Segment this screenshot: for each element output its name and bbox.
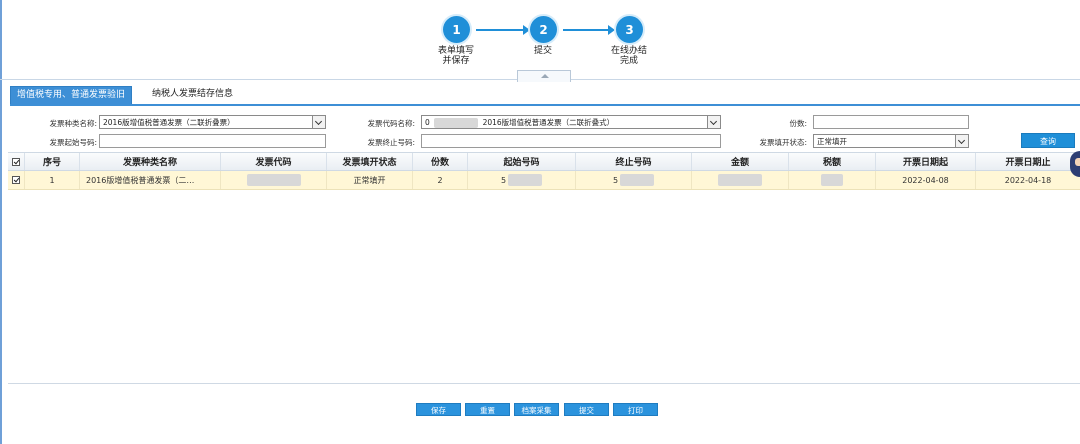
invoice-code-name-label: 发票代码名称: — [367, 119, 415, 128]
tab-invoice-balance[interactable]: 纳税人发票结存信息 — [146, 86, 239, 103]
chevron-down-icon — [312, 116, 325, 128]
redacted-value — [718, 174, 762, 186]
invoice-code-name-select[interactable]: 0 2016版增值税普通发票（二联折叠式） — [421, 115, 721, 129]
step-label-line: 提交 — [533, 46, 552, 56]
row-date-to: 2022-04-18 — [1004, 175, 1052, 185]
redacted-value — [508, 174, 543, 186]
archive-collect-button[interactable]: 档案采集 — [514, 403, 559, 416]
end-number-label: 发票终止号码: — [367, 138, 415, 147]
step-3-circle: 3 — [616, 16, 643, 43]
invoice-type-select[interactable]: 2016版增值税普通发票（二联折叠票） — [99, 115, 326, 129]
header-invoice-code: 发票代码 — [221, 153, 327, 170]
header-tax: 税额 — [789, 153, 876, 170]
header-amount: 金额 — [692, 153, 789, 170]
row-date-from: 2022-04-08 — [876, 171, 976, 189]
progress-steps: 1 表单填写 并保存 2 提交 3 在线办结 完成 — [0, 0, 1080, 80]
status-label: 发票填开状态: — [759, 138, 807, 147]
header-status: 发票填开状态 — [327, 153, 413, 170]
end-number-input[interactable] — [421, 134, 721, 148]
assistant-avatar-icon[interactable] — [1070, 151, 1080, 177]
checkbox-icon[interactable] — [12, 176, 20, 184]
step-label-line: 完成 — [619, 56, 638, 66]
redacted-value — [246, 174, 301, 186]
start-number-prefix: 5 — [500, 175, 507, 185]
row-select[interactable] — [8, 171, 25, 189]
step-number: 1 — [452, 22, 461, 37]
tab-invoice-verification[interactable]: 增值税专用、普通发票验旧 — [10, 86, 133, 104]
tab-bar: 增值税专用、普通发票验旧 纳税人发票结存信息 — [10, 86, 1080, 106]
status-value: 正常填开 — [817, 137, 847, 146]
grid-header: 序号 发票种类名称 发票代码 发票填开状态 份数 起始号码 终止号码 金额 税额… — [8, 152, 1080, 171]
header-select-all[interactable] — [8, 153, 25, 170]
row-tax — [789, 171, 876, 189]
header-count: 份数 — [413, 153, 468, 170]
step-3-label: 在线办结 完成 — [594, 46, 664, 66]
invoice-code-name-value: 2016版增值税普通发票（二联折叠式） — [482, 118, 615, 127]
header-date-from: 开票日期起 — [876, 153, 976, 170]
submit-button[interactable]: 提交 — [564, 403, 609, 416]
save-button[interactable]: 保存 — [416, 403, 461, 416]
row-invoice-type: 2016版增值税普通发票（二… — [80, 171, 221, 189]
redacted-code — [434, 118, 479, 128]
header-index: 序号 — [25, 153, 80, 170]
end-number-prefix: 5 — [612, 175, 619, 185]
row-count: 2 — [413, 171, 468, 189]
chevron-down-icon — [955, 135, 968, 147]
count-label: 份数: — [789, 119, 807, 128]
arrow-right-icon — [563, 25, 615, 35]
print-button[interactable]: 打印 — [613, 403, 658, 416]
step-label-line: 表单填写 — [437, 46, 474, 56]
header-end-number: 终止号码 — [576, 153, 692, 170]
row-index: 1 — [25, 171, 80, 189]
row-invoice-code — [221, 171, 327, 189]
arrow-right-icon — [476, 25, 530, 35]
chevron-down-icon — [707, 116, 720, 128]
reset-button[interactable]: 重置 — [465, 403, 510, 416]
invoice-code-prefix: 0 — [425, 118, 430, 127]
row-end-number: 5 — [576, 171, 692, 189]
step-label-line: 并保存 — [442, 56, 470, 66]
header-start-number: 起始号码 — [468, 153, 576, 170]
row-start-number: 5 — [468, 171, 576, 189]
invoice-grid: 序号 发票种类名称 发票代码 发票填开状态 份数 起始号码 终止号码 金额 税额… — [8, 152, 1080, 384]
step-number: 2 — [539, 22, 548, 37]
step-2-circle: 2 — [530, 16, 557, 43]
count-input[interactable] — [813, 115, 969, 129]
collapse-toggle[interactable] — [517, 70, 571, 82]
checkbox-icon[interactable] — [12, 157, 20, 166]
step-2-label: 提交 — [508, 46, 578, 56]
header-date-to: 开票日期止 — [1005, 158, 1051, 168]
step-number: 3 — [625, 22, 634, 37]
step-label-line: 在线办结 — [610, 46, 647, 56]
table-row[interactable]: 1 2016版增值税普通发票（二… 正常填开 2 5 5 2022-04-08 … — [8, 171, 1080, 190]
row-status: 正常填开 — [327, 171, 413, 189]
redacted-value — [620, 174, 655, 186]
invoice-type-label: 发票种类名称: — [49, 119, 97, 128]
query-button[interactable]: 查询 — [1021, 133, 1075, 148]
start-number-label: 发票起始号码: — [49, 138, 97, 147]
step-1-label: 表单填写 并保存 — [421, 46, 491, 66]
status-select[interactable]: 正常填开 — [813, 134, 969, 148]
step-1-circle: 1 — [443, 16, 470, 43]
redacted-value — [821, 174, 843, 186]
start-number-input[interactable] — [99, 134, 326, 148]
invoice-type-value: 2016版增值税普通发票（二联折叠票） — [103, 118, 235, 127]
row-amount — [692, 171, 789, 189]
header-invoice-type: 发票种类名称 — [80, 153, 221, 170]
